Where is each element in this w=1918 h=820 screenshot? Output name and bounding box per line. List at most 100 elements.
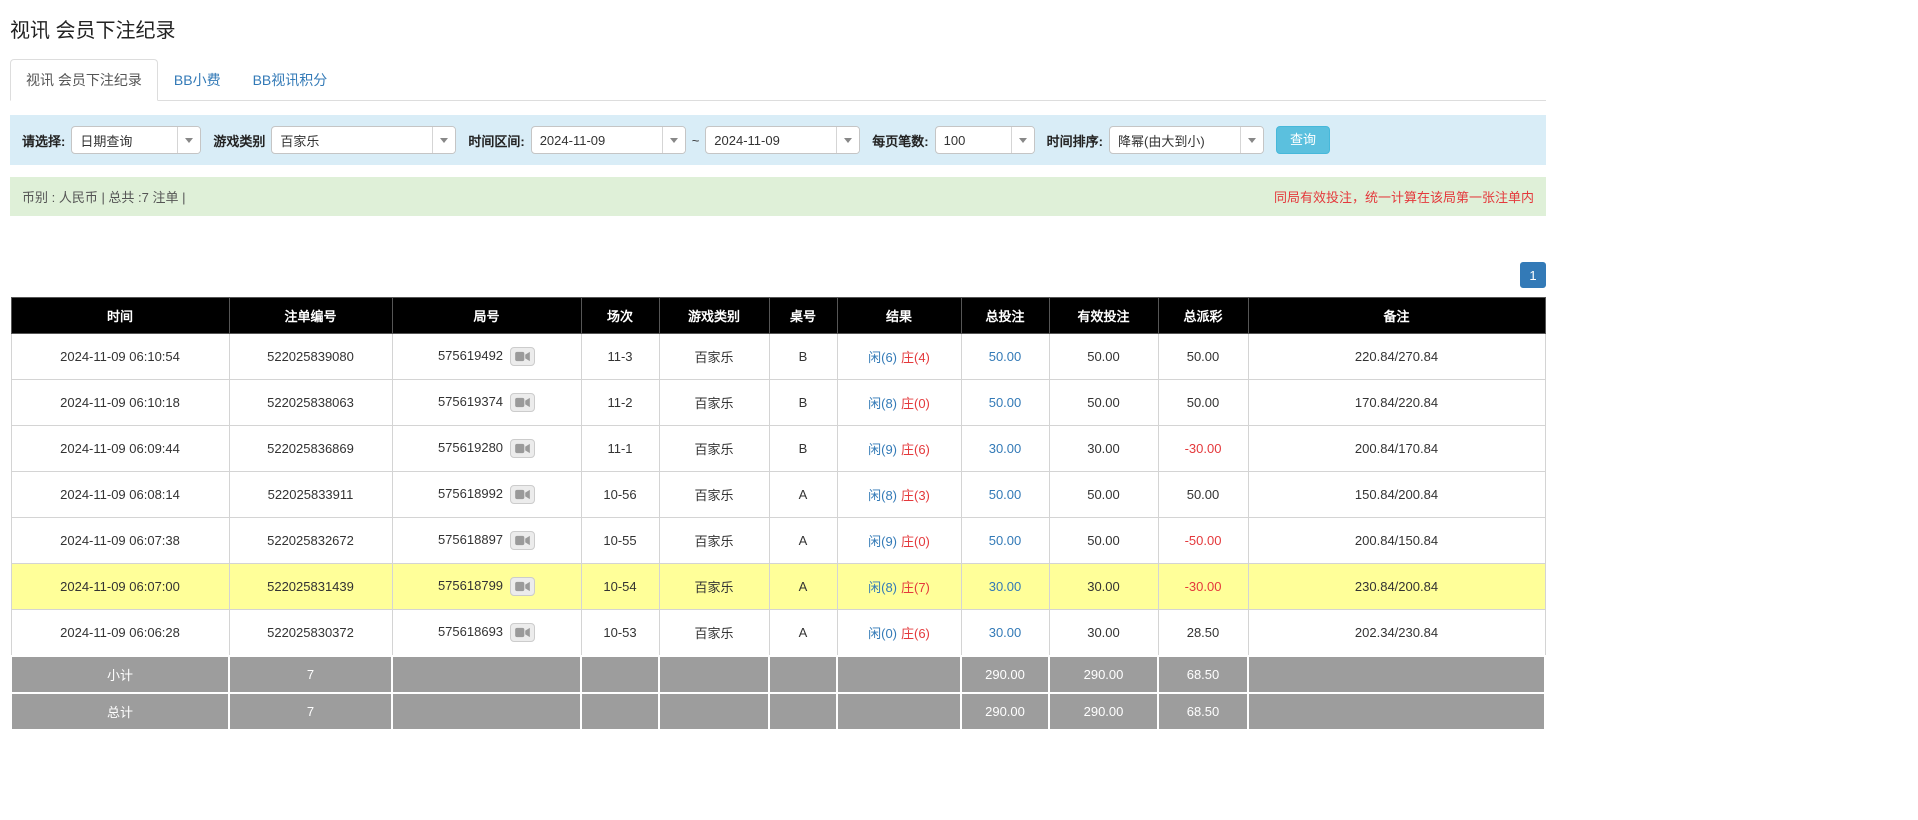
date-query-select[interactable]: 日期查询	[71, 126, 201, 154]
video-replay-icon[interactable]	[510, 577, 535, 596]
header-round: 局号	[392, 298, 581, 334]
cell-session: 10-54	[581, 564, 659, 610]
filter-bar: 请选择: 日期查询 游戏类别 百家乐 时间区间: 2024-11-09 ~ 20…	[10, 115, 1546, 165]
cell-game-type: 百家乐	[659, 426, 769, 472]
table-row: 2024-11-09 06:06:28 522025830372 5756186…	[11, 610, 1545, 657]
result-player: 闲(0)	[868, 626, 897, 641]
date-from-select[interactable]: 2024-11-09	[531, 126, 686, 154]
header-total-bet: 总投注	[961, 298, 1049, 334]
page-size-select[interactable]: 100	[935, 126, 1035, 154]
cell-valid-bet: 30.00	[1049, 564, 1158, 610]
result-banker: 庄(0)	[901, 396, 930, 411]
cell-result: 闲(8)庄(7)	[837, 564, 961, 610]
cell-round: 575619374	[392, 380, 581, 426]
result-banker: 庄(6)	[901, 442, 930, 457]
total-bet-link[interactable]: 30.00	[989, 441, 1022, 456]
tab-bb-tips[interactable]: BB小费	[158, 59, 237, 101]
chevron-down-icon[interactable]	[836, 127, 859, 153]
video-replay-icon[interactable]	[510, 439, 535, 458]
game-type-label: 游戏类别	[213, 131, 265, 150]
page-size-label: 每页笔数:	[872, 131, 928, 150]
cell-result: 闲(6)庄(4)	[837, 334, 961, 380]
cell-time: 2024-11-09 06:07:38	[11, 518, 229, 564]
sort-order-value[interactable]: 降幂(由大到小)	[1110, 127, 1240, 153]
cell-remark: 202.34/230.84	[1248, 610, 1545, 657]
cell-result: 闲(8)庄(0)	[837, 380, 961, 426]
cell-payout: -50.00	[1158, 518, 1248, 564]
round-number: 575618799	[438, 578, 503, 593]
cell-remark: 170.84/220.84	[1248, 380, 1545, 426]
chevron-down-icon[interactable]	[662, 127, 685, 153]
game-type-value[interactable]: 百家乐	[272, 127, 432, 153]
cell-payout: 28.50	[1158, 610, 1248, 657]
round-number: 575618693	[438, 624, 503, 639]
cell-game-type: 百家乐	[659, 610, 769, 657]
date-to-value[interactable]: 2024-11-09	[706, 127, 836, 153]
page-1-button[interactable]: 1	[1520, 262, 1546, 288]
cell-time: 2024-11-09 06:06:28	[11, 610, 229, 657]
cell-result: 闲(9) 庄(6)	[837, 426, 961, 472]
cell-bet-id: 522025831439	[229, 564, 392, 610]
cell-session: 10-55	[581, 518, 659, 564]
total-bet-link[interactable]: 50.00	[989, 395, 1022, 410]
tab-bb-video-points[interactable]: BB视讯积分	[237, 59, 344, 101]
round-number: 575619280	[438, 440, 503, 455]
cell-bet-id: 522025830372	[229, 610, 392, 657]
range-separator: ~	[692, 133, 700, 148]
header-result: 结果	[837, 298, 961, 334]
cell-valid-bet: 50.00	[1049, 380, 1158, 426]
cell-total-bet: 50.00	[961, 472, 1049, 518]
cell-table-no: A	[769, 564, 837, 610]
result-banker: 庄(6)	[901, 626, 930, 641]
round-number: 575619492	[438, 348, 503, 363]
chevron-down-icon[interactable]	[1240, 127, 1263, 153]
cell-time: 2024-11-09 06:07:00	[11, 564, 229, 610]
cell-table-no: A	[769, 472, 837, 518]
video-replay-icon[interactable]	[510, 485, 535, 504]
cell-total-bet: 50.00	[961, 334, 1049, 380]
chevron-down-icon[interactable]	[1011, 127, 1034, 153]
date-from-value[interactable]: 2024-11-09	[532, 127, 662, 153]
result-player: 闲(8)	[868, 580, 897, 595]
subtotal-count: 7	[229, 656, 392, 693]
total-bet-link[interactable]: 50.00	[989, 349, 1022, 364]
video-replay-icon[interactable]	[510, 531, 535, 550]
date-to-select[interactable]: 2024-11-09	[705, 126, 860, 154]
result-player: 闲(9)	[868, 442, 897, 457]
page-size-value[interactable]: 100	[936, 127, 1011, 153]
game-type-select[interactable]: 百家乐	[271, 126, 456, 154]
subtotal-valid-bet: 290.00	[1049, 656, 1158, 693]
result-banker: 庄(3)	[901, 488, 930, 503]
subtotal-total-bet: 290.00	[961, 656, 1049, 693]
total-bet-link[interactable]: 30.00	[989, 579, 1022, 594]
cell-round: 575618799	[392, 564, 581, 610]
video-replay-icon[interactable]	[510, 623, 535, 642]
cell-table-no: B	[769, 380, 837, 426]
total-valid-bet: 290.00	[1049, 693, 1158, 730]
tab-betting-records[interactable]: 视讯 会员下注纪录	[10, 59, 158, 101]
cell-remark: 200.84/150.84	[1248, 518, 1545, 564]
table-row: 2024-11-09 06:10:54 522025839080 5756194…	[11, 334, 1545, 380]
cell-session: 11-2	[581, 380, 659, 426]
total-bet-link[interactable]: 50.00	[989, 487, 1022, 502]
result-player: 闲(8)	[868, 488, 897, 503]
header-bet-id: 注单编号	[229, 298, 392, 334]
result-banker: 庄(4)	[901, 350, 930, 365]
cell-result: 闲(0) 庄(6)	[837, 610, 961, 657]
header-game-type: 游戏类别	[659, 298, 769, 334]
sort-order-label: 时间排序:	[1047, 131, 1103, 150]
video-replay-icon[interactable]	[510, 347, 535, 366]
search-button[interactable]: 查询	[1276, 126, 1330, 154]
date-query-value[interactable]: 日期查询	[72, 127, 177, 153]
sort-order-select[interactable]: 降幂(由大到小)	[1109, 126, 1264, 154]
total-bet-link[interactable]: 50.00	[989, 533, 1022, 548]
video-replay-icon[interactable]	[510, 393, 535, 412]
pagination: 1	[10, 262, 1546, 288]
subtotal-row: 小计 7 290.00 290.00 68.50	[11, 656, 1545, 693]
chevron-down-icon[interactable]	[432, 127, 455, 153]
cell-session: 10-53	[581, 610, 659, 657]
cell-table-no: A	[769, 610, 837, 657]
total-bet-link[interactable]: 30.00	[989, 625, 1022, 640]
cell-time: 2024-11-09 06:10:18	[11, 380, 229, 426]
chevron-down-icon[interactable]	[177, 127, 200, 153]
